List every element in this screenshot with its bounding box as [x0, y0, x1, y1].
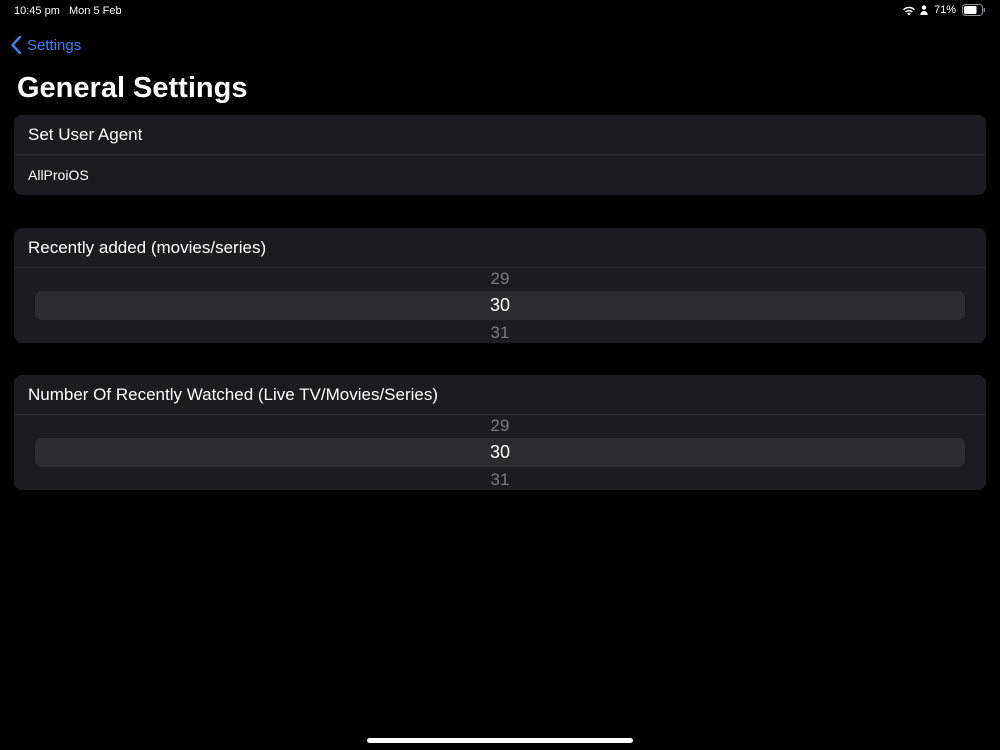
- back-button-label: Settings: [27, 36, 82, 54]
- status-date: Mon 5 Feb: [69, 5, 122, 17]
- recently-watched-label: Number Of Recently Watched (Live TV/Movi…: [14, 375, 986, 415]
- user-agent-label: Set User Agent: [14, 115, 986, 155]
- recently-added-group: Recently added (movies/series) 29 30 31: [14, 228, 986, 343]
- back-button[interactable]: Settings: [10, 35, 81, 55]
- picker-selected-option[interactable]: 30: [14, 442, 986, 463]
- recently-added-label: Recently added (movies/series): [14, 228, 986, 268]
- recently-watched-group: Number Of Recently Watched (Live TV/Movi…: [14, 375, 986, 490]
- status-indicators: 71%: [902, 4, 986, 16]
- page-title: General Settings: [17, 72, 248, 104]
- user-agent-group: Set User Agent AllProiOS: [14, 115, 986, 195]
- picker-option[interactable]: 31: [14, 470, 986, 490]
- picker-option[interactable]: 31: [14, 323, 986, 343]
- settings-screen: 10:45 pm Mon 5 Feb 71% Settings General …: [0, 0, 1000, 750]
- picker-option[interactable]: 29: [14, 269, 986, 289]
- recently-watched-picker[interactable]: 29 30 31: [14, 415, 986, 490]
- wifi-icon: [902, 5, 916, 16]
- chevron-left-icon: [10, 35, 22, 55]
- status-bar: 10:45 pm Mon 5 Feb 71%: [0, 0, 1000, 24]
- battery-percentage: 71%: [933, 4, 956, 16]
- person-icon: [920, 5, 928, 15]
- status-time: 10:45 pm: [14, 5, 60, 17]
- picker-selected-option[interactable]: 30: [14, 295, 986, 316]
- home-indicator[interactable]: [367, 738, 633, 743]
- recently-added-picker[interactable]: 29 30 31: [14, 268, 986, 343]
- user-agent-field[interactable]: AllProiOS: [14, 155, 986, 195]
- battery-icon: [962, 4, 986, 16]
- picker-option[interactable]: 29: [14, 416, 986, 436]
